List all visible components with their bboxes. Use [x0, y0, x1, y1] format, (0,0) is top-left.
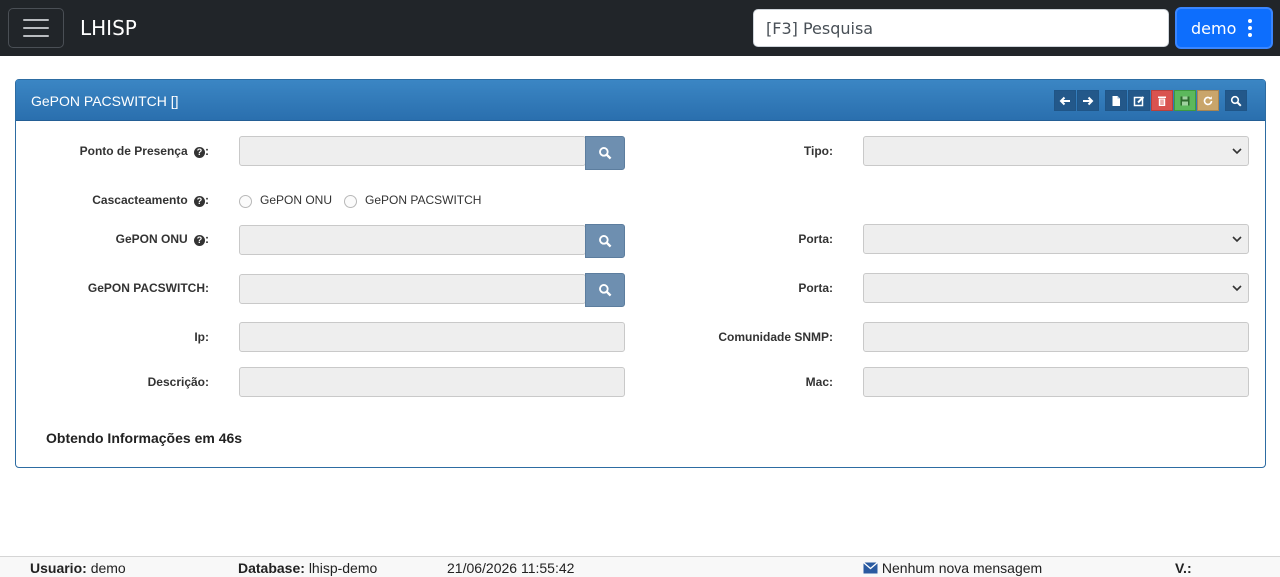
porta2-select[interactable] — [863, 273, 1249, 303]
user-menu-button[interactable]: demo — [1175, 7, 1273, 49]
cascade-radio-pacswitch[interactable]: GePON PACSWITCH — [344, 192, 481, 208]
desc-field[interactable] — [239, 367, 625, 397]
porta1-label: Porta: — [798, 232, 833, 246]
onu-lookup-button[interactable] — [585, 224, 625, 258]
pacswitch-field[interactable] — [239, 274, 586, 304]
radio-circle[interactable] — [239, 195, 252, 208]
previous-record-button[interactable] — [1054, 90, 1076, 111]
cascade-radio-onu[interactable]: GePON ONU — [239, 192, 332, 208]
tipo-select[interactable] — [863, 136, 1249, 166]
loading-status: Obtendo Informações em 46s — [46, 430, 243, 446]
menu-toggle-button[interactable] — [8, 8, 64, 48]
panel-title: GePON PACSWITCH [] — [31, 93, 179, 109]
onu-field[interactable] — [239, 225, 586, 255]
search-icon — [1230, 95, 1242, 107]
pop-label: Ponto de Presença ?: — [79, 144, 209, 158]
mac-label: Mac: — [805, 375, 833, 389]
onu-label: GePON ONU ?: — [115, 232, 209, 246]
cascade-label: Cascacteamento ?: — [92, 193, 209, 207]
user-name: demo — [1191, 18, 1237, 38]
arrow-right-icon — [1083, 96, 1094, 105]
search-record-button[interactable] — [1225, 90, 1247, 111]
desc-label: Descrição: — [147, 375, 209, 389]
chevron-down-icon — [1232, 148, 1242, 155]
save-record-button[interactable] — [1174, 90, 1196, 111]
footer-datetime: 21/06/2026 11:55:42 — [447, 560, 575, 576]
panel-header: GePON PACSWITCH [] — [16, 80, 1265, 121]
ip-field[interactable] — [239, 322, 625, 352]
next-record-button[interactable] — [1077, 90, 1099, 111]
delete-record-button[interactable] — [1151, 90, 1173, 111]
chevron-down-icon — [1232, 285, 1242, 292]
footer-version: V.: — [1175, 560, 1192, 576]
help-icon[interactable]: ? — [194, 235, 205, 246]
arrow-left-icon — [1059, 96, 1070, 105]
refresh-button[interactable] — [1197, 90, 1219, 111]
save-icon — [1180, 96, 1190, 105]
refresh-icon — [1203, 95, 1213, 105]
pacswitch-lookup-button[interactable] — [585, 273, 625, 307]
pacswitch-label: GePON PACSWITCH: — [87, 281, 209, 295]
edit-record-button[interactable] — [1128, 90, 1150, 111]
status-footer: Usuario: demo Database: lhisp-demo 21/06… — [0, 556, 1280, 577]
envelope-icon — [863, 562, 878, 574]
record-toolbar — [1054, 90, 1247, 111]
porta2-label: Porta: — [798, 281, 833, 295]
form-panel: GePON PACSWITCH [] Ponto de Presença ?:… — [15, 79, 1266, 468]
tipo-label: Tipo: — [803, 144, 833, 158]
radio-circle[interactable] — [344, 195, 357, 208]
top-navbar: LHISP demo — [0, 0, 1280, 56]
porta1-select[interactable] — [863, 224, 1249, 254]
app-brand[interactable]: LHISP — [80, 16, 137, 40]
help-icon[interactable]: ? — [194, 196, 205, 207]
pop-field[interactable] — [239, 136, 586, 166]
search-icon — [599, 284, 612, 297]
snmp-label: Comunidade SNMP: — [718, 330, 833, 344]
new-record-button[interactable] — [1105, 90, 1127, 111]
footer-database: Database: lhisp-demo — [238, 560, 378, 576]
new-file-icon — [1112, 95, 1120, 106]
trash-icon — [1158, 96, 1166, 106]
edit-icon — [1133, 95, 1145, 106]
ip-label: Ip: — [194, 330, 209, 344]
search-icon — [599, 147, 612, 160]
footer-messages[interactable]: Nenhum nova mensagem — [863, 560, 1042, 576]
chevron-down-icon — [1232, 236, 1242, 243]
kebab-icon — [1248, 19, 1253, 37]
snmp-field[interactable] — [863, 322, 1249, 352]
pop-lookup-button[interactable] — [585, 136, 625, 170]
mac-field[interactable] — [863, 367, 1249, 397]
hamburger-icon — [23, 19, 49, 21]
footer-user: Usuario: demo — [30, 560, 126, 576]
search-icon — [599, 235, 612, 248]
search-input[interactable] — [753, 9, 1169, 47]
help-icon[interactable]: ? — [194, 147, 205, 158]
